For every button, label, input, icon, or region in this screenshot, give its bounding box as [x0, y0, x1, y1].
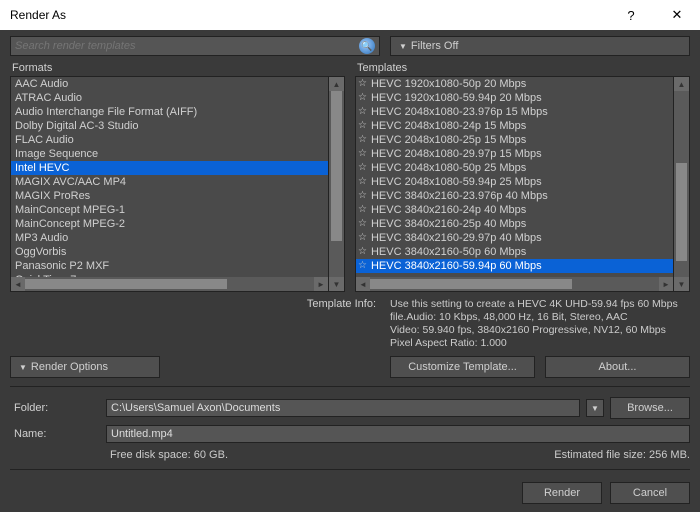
star-icon[interactable]: ☆ — [358, 231, 367, 245]
formats-hscroll[interactable]: ◄ ► — [11, 277, 328, 291]
templates-row[interactable]: ☆HEVC 2048x1080-23.976p 15 Mbps — [356, 105, 673, 119]
name-input[interactable] — [106, 425, 690, 443]
scroll-left-icon[interactable]: ◄ — [11, 277, 25, 291]
templates-row[interactable]: ☆HEVC 3840x2160-23.976p 40 Mbps — [356, 189, 673, 203]
templates-row[interactable]: ☆HEVC 2048x1080-24p 15 Mbps — [356, 119, 673, 133]
templates-row[interactable]: ☆HEVC 2048x1080-59.94p 25 Mbps — [356, 175, 673, 189]
scroll-down-icon[interactable]: ▼ — [674, 277, 689, 291]
formats-row[interactable]: MAGIX ProRes — [11, 189, 328, 203]
templates-title: Templates — [355, 62, 690, 74]
filters-button[interactable]: ▼ Filters Off — [390, 36, 690, 56]
scroll-down-icon[interactable]: ▼ — [329, 277, 344, 291]
templates-row[interactable]: ☆HEVC 2048x1080-50p 25 Mbps — [356, 161, 673, 175]
formats-row[interactable]: MainConcept MPEG-1 — [11, 203, 328, 217]
star-icon[interactable]: ☆ — [358, 217, 367, 231]
templates-row[interactable]: ☆HEVC 3840x2160-50p 60 Mbps — [356, 245, 673, 259]
name-label: Name: — [10, 428, 100, 440]
templates-list[interactable]: ☆HEVC 1920x1080-50p 20 Mbps☆HEVC 1920x10… — [355, 76, 674, 292]
formats-row[interactable]: MainConcept MPEG-2 — [11, 217, 328, 231]
browse-button[interactable]: Browse... — [610, 397, 690, 419]
formats-row[interactable]: MP3 Audio — [11, 231, 328, 245]
folder-input[interactable] — [106, 399, 580, 417]
template-info-text: Use this setting to create a HEVC 4K UHD… — [390, 298, 690, 350]
star-icon[interactable]: ☆ — [358, 91, 367, 105]
formats-row[interactable]: ATRAC Audio — [11, 91, 328, 105]
templates-row[interactable]: ☆HEVC 2048x1080-25p 15 Mbps — [356, 133, 673, 147]
folder-label: Folder: — [10, 402, 100, 414]
render-options-button[interactable]: ▼ Render Options — [10, 356, 160, 378]
folder-history-dropdown[interactable]: ▼ — [586, 399, 604, 417]
scroll-up-icon[interactable]: ▲ — [674, 77, 689, 91]
scroll-right-icon[interactable]: ► — [314, 277, 328, 291]
help-button[interactable]: ? — [608, 0, 654, 30]
templates-row[interactable]: ☆HEVC 3840x2160-29.97p 40 Mbps — [356, 231, 673, 245]
star-icon[interactable]: ☆ — [358, 119, 367, 133]
close-button[interactable]: ✕ — [654, 0, 700, 30]
star-icon[interactable]: ☆ — [358, 189, 367, 203]
scroll-left-icon[interactable]: ◄ — [356, 277, 370, 291]
search-input-wrap[interactable]: 🔍 — [10, 36, 380, 56]
formats-row[interactable]: Panasonic P2 MXF — [11, 259, 328, 273]
formats-row[interactable]: Intel HEVC — [11, 161, 328, 175]
templates-vscroll[interactable]: ▲ ▼ — [674, 76, 690, 292]
star-icon[interactable]: ☆ — [358, 105, 367, 119]
chevron-down-icon: ▼ — [399, 42, 407, 51]
star-icon[interactable]: ☆ — [358, 133, 367, 147]
customize-template-button[interactable]: Customize Template... — [390, 356, 535, 378]
star-icon[interactable]: ☆ — [358, 161, 367, 175]
star-icon[interactable]: ☆ — [358, 245, 367, 259]
formats-row[interactable]: Audio Interchange File Format (AIFF) — [11, 105, 328, 119]
formats-row[interactable]: AAC Audio — [11, 77, 328, 91]
template-info-label: Template Info: — [10, 298, 380, 350]
search-input[interactable] — [15, 40, 359, 52]
star-icon[interactable]: ☆ — [358, 259, 367, 273]
templates-row[interactable]: ☆HEVC 3840x2160-59.94p 60 Mbps — [356, 259, 673, 273]
chevron-down-icon: ▼ — [19, 363, 27, 372]
formats-row[interactable]: Image Sequence — [11, 147, 328, 161]
star-icon[interactable]: ☆ — [358, 175, 367, 189]
templates-row[interactable]: ☆HEVC 2048x1080-29.97p 15 Mbps — [356, 147, 673, 161]
templates-row[interactable]: ☆HEVC 3840x2160-25p 40 Mbps — [356, 217, 673, 231]
window-title: Render As — [10, 8, 608, 22]
search-icon[interactable]: 🔍 — [359, 38, 375, 54]
star-icon[interactable]: ☆ — [358, 203, 367, 217]
star-icon[interactable]: ☆ — [358, 77, 367, 91]
formats-title: Formats — [10, 62, 345, 74]
templates-hscroll[interactable]: ◄ ► — [356, 277, 673, 291]
scroll-right-icon[interactable]: ► — [659, 277, 673, 291]
templates-row[interactable]: ☆HEVC 1920x1080-50p 20 Mbps — [356, 77, 673, 91]
formats-row[interactable]: FLAC Audio — [11, 133, 328, 147]
estimated-size-text: Estimated file size: 256 MB. — [554, 449, 690, 461]
formats-row[interactable]: MAGIX AVC/AAC MP4 — [11, 175, 328, 189]
templates-row[interactable]: ☆HEVC 3840x2160-24p 40 Mbps — [356, 203, 673, 217]
star-icon[interactable]: ☆ — [358, 147, 367, 161]
formats-row[interactable]: OggVorbis — [11, 245, 328, 259]
filters-label: Filters Off — [411, 40, 458, 52]
free-space-text: Free disk space: 60 GB. — [110, 449, 554, 461]
render-button[interactable]: Render — [522, 482, 602, 504]
cancel-button[interactable]: Cancel — [610, 482, 690, 504]
formats-vscroll[interactable]: ▲ ▼ — [329, 76, 345, 292]
scroll-up-icon[interactable]: ▲ — [329, 77, 344, 91]
titlebar: Render As ? ✕ — [0, 0, 700, 30]
about-button[interactable]: About... — [545, 356, 690, 378]
formats-row[interactable]: Dolby Digital AC-3 Studio — [11, 119, 328, 133]
formats-list[interactable]: AAC AudioATRAC AudioAudio Interchange Fi… — [10, 76, 329, 292]
templates-row[interactable]: ☆HEVC 1920x1080-59.94p 20 Mbps — [356, 91, 673, 105]
